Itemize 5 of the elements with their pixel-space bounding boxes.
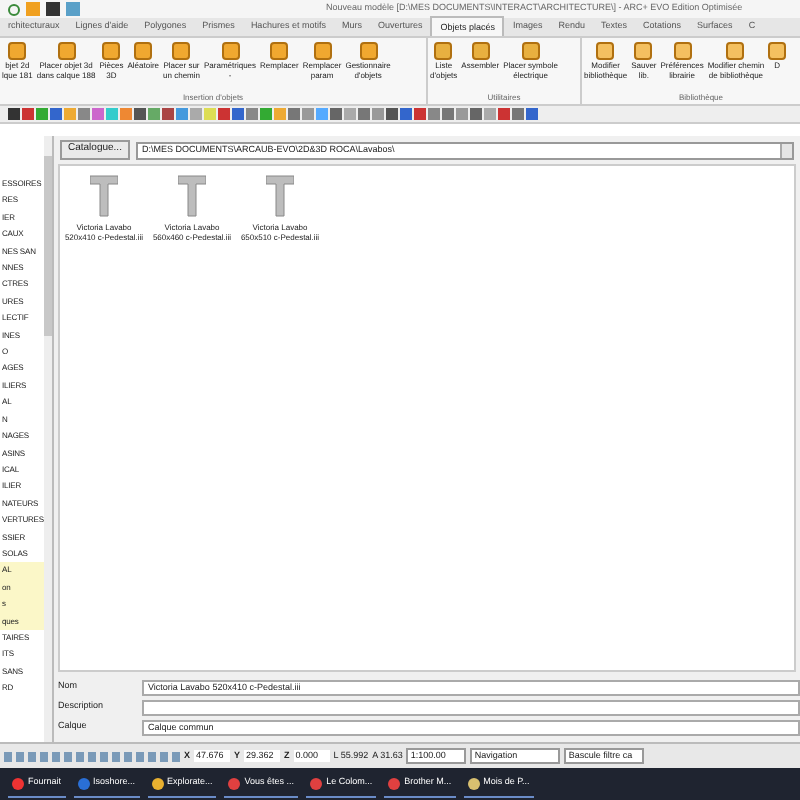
- scrollbar[interactable]: [44, 136, 52, 742]
- washbasin-icon[interactable]: [266, 174, 294, 218]
- washbasin-icon[interactable]: [90, 174, 118, 218]
- input-field[interactable]: [142, 699, 800, 715]
- washbasin-icon[interactable]: [178, 174, 206, 218]
